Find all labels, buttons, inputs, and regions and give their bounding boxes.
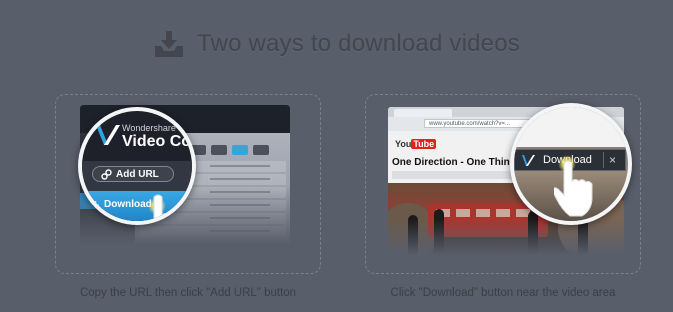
right-caption: Click "Download" button near the video a… [390,287,616,299]
youtube-logo: You Tube [395,139,437,149]
download-arrow-icon [91,201,100,211]
product-name: Video Co [122,133,192,150]
pointing-hand-icon [554,160,593,217]
video-title: One Direction - One Thing [392,157,516,168]
left-caption: Copy the URL then click "Add URL" button [79,287,297,299]
magnifier-lens: Wondershare Video Co Add URL Download [78,107,196,225]
page-title: Two ways to download videos [197,30,520,57]
page-header: Two ways to download videos [0,24,673,64]
close-icon[interactable]: × [609,152,616,168]
browser-download-method-card: www.youtube.com/watch?v=... You Tube One … [365,94,641,274]
app-tabs [190,145,269,155]
app-logo-icon [522,155,535,166]
pointing-hand-icon [153,194,183,221]
link-icon [101,168,112,180]
brand-name: Wondershare [122,123,176,133]
app-logo-icon [96,125,120,145]
add-url-label: Add URL [116,168,159,180]
download-tray-icon [155,31,184,57]
magnifier-lens: Download × [510,103,632,225]
add-url-button[interactable]: Add URL [92,166,174,182]
add-url-method-card: Wondershare Video Co Add URL Download [55,94,321,274]
